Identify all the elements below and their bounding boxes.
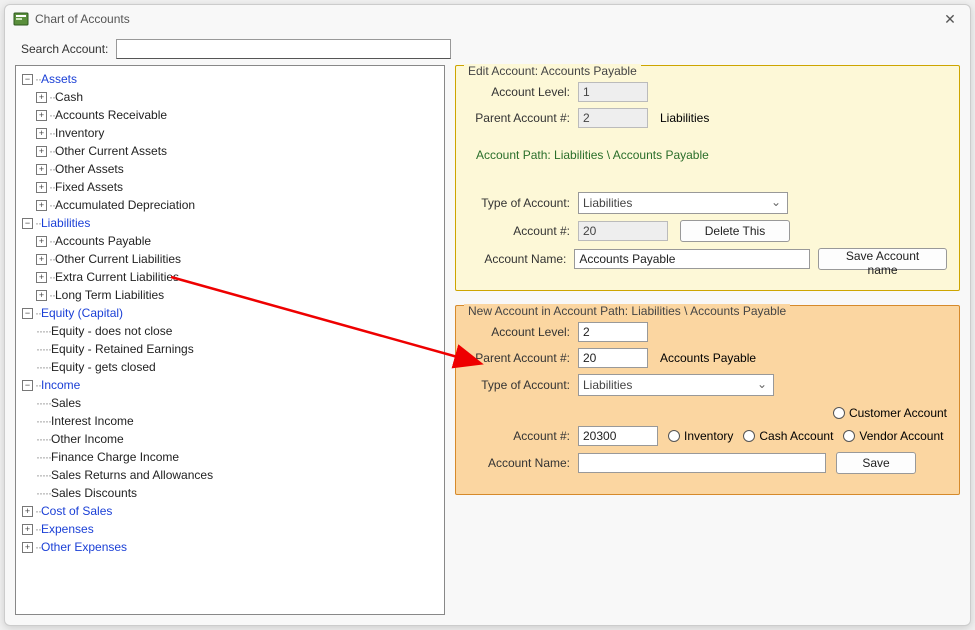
equity-children: ·····Equity - does not close·····Equity … bbox=[22, 322, 438, 376]
tree-node[interactable]: Finance Charge Income bbox=[51, 450, 179, 464]
radio-customer-account[interactable]: Customer Account bbox=[833, 406, 947, 420]
expand-icon[interactable]: + bbox=[36, 128, 47, 139]
tree-node-income[interactable]: Income bbox=[41, 378, 80, 392]
tree-node[interactable]: Equity - does not close bbox=[51, 324, 172, 338]
expand-icon[interactable]: + bbox=[36, 236, 47, 247]
expand-icon[interactable]: + bbox=[36, 146, 47, 157]
assets-children: +··Cash+··Accounts Receivable+··Inventor… bbox=[22, 88, 438, 214]
edit-type-select[interactable]: Liabilities bbox=[578, 192, 788, 214]
account-tree[interactable]: −··Assets +··Cash+··Accounts Receivable+… bbox=[15, 65, 445, 615]
new-num-label: Account #: bbox=[468, 429, 578, 443]
tree-node[interactable]: Other Income bbox=[51, 432, 124, 446]
tree-node[interactable]: Extra Current Liabilities bbox=[55, 270, 179, 284]
collapse-icon[interactable]: − bbox=[22, 380, 33, 391]
delete-this-button[interactable]: Delete This bbox=[680, 220, 790, 242]
window-title: Chart of Accounts bbox=[35, 12, 130, 26]
close-icon[interactable]: ✕ bbox=[938, 11, 962, 28]
edit-account-path: Account Path: Liabilities \ Accounts Pay… bbox=[468, 148, 947, 162]
new-panel-legend: New Account in Account Path: Liabilities… bbox=[464, 304, 790, 318]
edit-parent-num-field bbox=[578, 108, 648, 128]
new-parent-num-field[interactable] bbox=[578, 348, 648, 368]
tree-node[interactable]: Accounts Payable bbox=[55, 234, 151, 248]
expand-icon[interactable]: + bbox=[36, 254, 47, 265]
tree-node[interactable]: Long Term Liabilities bbox=[55, 288, 164, 302]
tree-node[interactable]: Cash bbox=[55, 90, 83, 104]
expand-icon[interactable]: + bbox=[36, 290, 47, 301]
tree-node[interactable]: Equity - gets closed bbox=[51, 360, 156, 374]
tree-node[interactable]: Interest Income bbox=[51, 414, 134, 428]
edit-parent-name: Liabilities bbox=[660, 111, 709, 125]
expand-icon[interactable]: + bbox=[22, 542, 33, 553]
new-name-label: Account Name: bbox=[468, 456, 578, 470]
collapse-icon[interactable]: − bbox=[22, 218, 33, 229]
expand-icon[interactable]: + bbox=[36, 182, 47, 193]
expand-icon[interactable]: + bbox=[36, 110, 47, 121]
save-account-name-button[interactable]: Save Account name bbox=[818, 248, 947, 270]
titlebar: Chart of Accounts ✕ bbox=[5, 5, 970, 33]
new-parent-name: Accounts Payable bbox=[660, 351, 756, 365]
new-num-field[interactable] bbox=[578, 426, 658, 446]
search-row: Search Account: bbox=[15, 39, 960, 59]
edit-panel-legend: Edit Account: Accounts Payable bbox=[464, 64, 641, 78]
radio-vendor-account[interactable]: Vendor Account bbox=[843, 429, 943, 443]
new-account-panel: New Account in Account Path: Liabilities… bbox=[455, 305, 960, 495]
save-button[interactable]: Save bbox=[836, 452, 916, 474]
expand-icon[interactable]: + bbox=[22, 524, 33, 535]
tree-node-assets[interactable]: Assets bbox=[41, 72, 77, 86]
new-level-label: Account Level: bbox=[468, 325, 578, 339]
app-icon bbox=[13, 11, 29, 27]
edit-parent-label: Parent Account #: bbox=[468, 111, 578, 125]
expand-icon[interactable]: + bbox=[22, 506, 33, 517]
tree-node-liabilities[interactable]: Liabilities bbox=[41, 216, 90, 230]
new-level-field[interactable] bbox=[578, 322, 648, 342]
tree-node[interactable]: Sales Returns and Allowances bbox=[51, 468, 213, 482]
expand-icon[interactable]: + bbox=[36, 200, 47, 211]
edit-level-field bbox=[578, 82, 648, 102]
edit-account-panel: Edit Account: Accounts Payable Account L… bbox=[455, 65, 960, 291]
tree-node[interactable]: Accumulated Depreciation bbox=[55, 198, 195, 212]
tree-node[interactable]: Inventory bbox=[55, 126, 104, 140]
tree-node[interactable]: Other Assets bbox=[55, 162, 124, 176]
new-type-label: Type of Account: bbox=[468, 378, 578, 392]
collapse-icon[interactable]: − bbox=[22, 74, 33, 85]
edit-num-field bbox=[578, 221, 668, 241]
edit-name-label: Account Name: bbox=[468, 252, 574, 266]
new-name-field[interactable] bbox=[578, 453, 826, 473]
collapse-icon[interactable]: − bbox=[22, 308, 33, 319]
edit-name-field[interactable] bbox=[574, 249, 810, 269]
expand-icon[interactable]: + bbox=[36, 272, 47, 283]
tree-node-equity[interactable]: Equity (Capital) bbox=[41, 306, 123, 320]
tree-node[interactable]: Accounts Receivable bbox=[55, 108, 167, 122]
expand-icon[interactable]: + bbox=[36, 164, 47, 175]
new-parent-label: Parent Account #: bbox=[468, 351, 578, 365]
income-children: ·····Sales·····Interest Income·····Other… bbox=[22, 394, 438, 502]
tree-node[interactable]: Other Current Assets bbox=[55, 144, 167, 158]
liabilities-children: +··Accounts Payable+··Other Current Liab… bbox=[22, 232, 438, 304]
search-input[interactable] bbox=[116, 39, 451, 59]
tree-node-other-expenses[interactable]: Other Expenses bbox=[41, 540, 127, 554]
edit-level-label: Account Level: bbox=[468, 85, 578, 99]
tree-node[interactable]: Other Current Liabilities bbox=[55, 252, 181, 266]
expand-icon[interactable]: + bbox=[36, 92, 47, 103]
chart-of-accounts-window: Chart of Accounts ✕ Search Account: −··A… bbox=[4, 4, 971, 626]
edit-type-label: Type of Account: bbox=[468, 196, 578, 210]
search-label: Search Account: bbox=[21, 42, 108, 56]
tree-node[interactable]: Fixed Assets bbox=[55, 180, 123, 194]
radio-inventory[interactable]: Inventory bbox=[668, 429, 733, 443]
tree-node-expenses[interactable]: Expenses bbox=[41, 522, 94, 536]
new-type-select[interactable]: Liabilities bbox=[578, 374, 774, 396]
tree-node[interactable]: Equity - Retained Earnings bbox=[51, 342, 194, 356]
tree-node[interactable]: Sales Discounts bbox=[51, 486, 137, 500]
tree-node-cost-of-sales[interactable]: Cost of Sales bbox=[41, 504, 112, 518]
tree-node[interactable]: Sales bbox=[51, 396, 81, 410]
radio-cash-account[interactable]: Cash Account bbox=[743, 429, 833, 443]
edit-num-label: Account #: bbox=[468, 224, 578, 238]
